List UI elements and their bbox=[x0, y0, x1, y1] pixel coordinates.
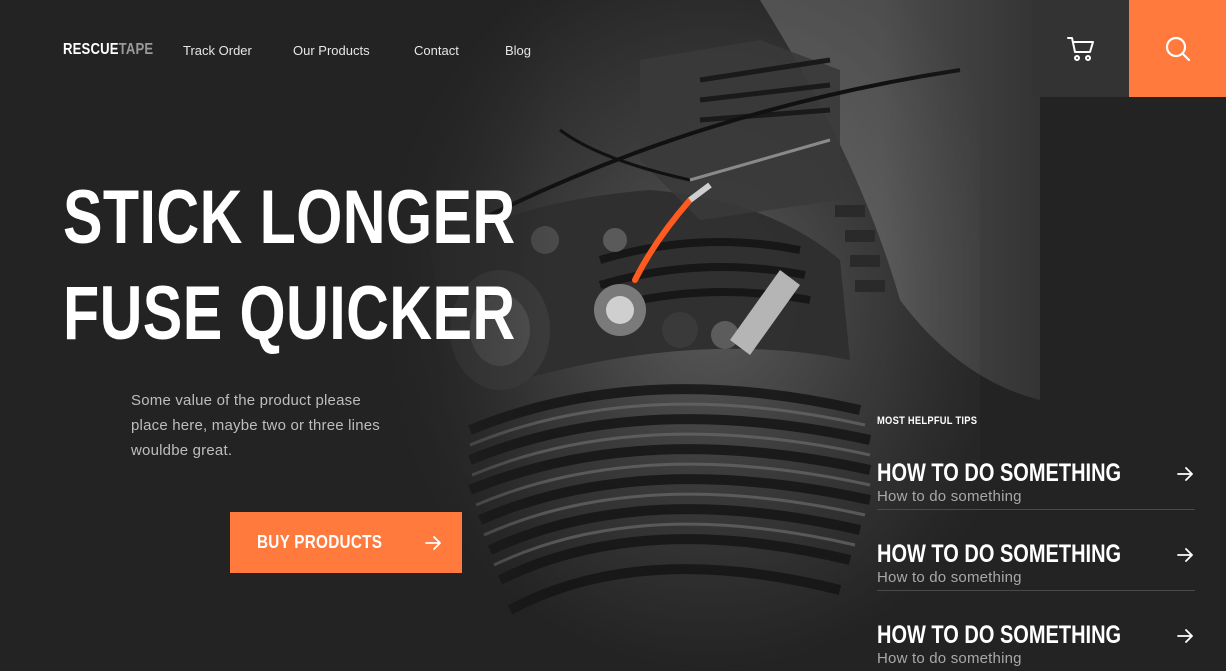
buy-products-button[interactable]: BUY PRODUCTS bbox=[230, 512, 462, 573]
cart-icon bbox=[1066, 36, 1094, 61]
tip-subtitle: How to do something bbox=[877, 488, 1022, 505]
logo-text-bold: RESCUE bbox=[63, 41, 119, 58]
tip-item[interactable]: HOW TO DO SOMETHING How to do something bbox=[877, 621, 1195, 671]
arrow-right-icon bbox=[1177, 467, 1193, 481]
search-button[interactable] bbox=[1129, 0, 1226, 97]
tip-title: HOW TO DO SOMETHING bbox=[877, 621, 1122, 649]
nav-item-contact[interactable]: Contact bbox=[414, 43, 459, 58]
logo-text-light: TAPE bbox=[118, 41, 154, 58]
tips-section-title: MOST HELPFUL TIPS bbox=[877, 415, 978, 427]
nav-item-track-order[interactable]: Track Order bbox=[183, 43, 252, 58]
hero-subtext: Some value of the product please place h… bbox=[131, 392, 380, 459]
tip-item[interactable]: HOW TO DO SOMETHING How to do something bbox=[877, 540, 1195, 591]
headline-line-2: FUSE QUICKER bbox=[63, 271, 516, 356]
arrow-right-icon bbox=[1177, 548, 1193, 562]
arrow-right-icon bbox=[425, 535, 441, 550]
nav-item-blog[interactable]: Blog bbox=[505, 43, 531, 58]
tip-subtitle: How to do something bbox=[877, 650, 1022, 667]
nav-item-our-products[interactable]: Our Products bbox=[293, 43, 370, 58]
search-icon bbox=[1165, 36, 1190, 61]
tip-title: HOW TO DO SOMETHING bbox=[877, 459, 1122, 487]
hero-headline: STICK LONGER FUSE QUICKER bbox=[63, 170, 516, 362]
cart-button[interactable] bbox=[1032, 0, 1129, 97]
brand-logo[interactable]: RESCUETAPE bbox=[63, 41, 153, 59]
tip-title: HOW TO DO SOMETHING bbox=[877, 540, 1122, 568]
headline-line-1: STICK LONGER bbox=[63, 175, 516, 260]
tip-subtitle: How to do something bbox=[877, 569, 1022, 586]
arrow-right-icon bbox=[1177, 629, 1193, 643]
tip-item[interactable]: HOW TO DO SOMETHING How to do something bbox=[877, 459, 1195, 510]
buy-products-label: BUY PRODUCTS bbox=[257, 532, 383, 552]
